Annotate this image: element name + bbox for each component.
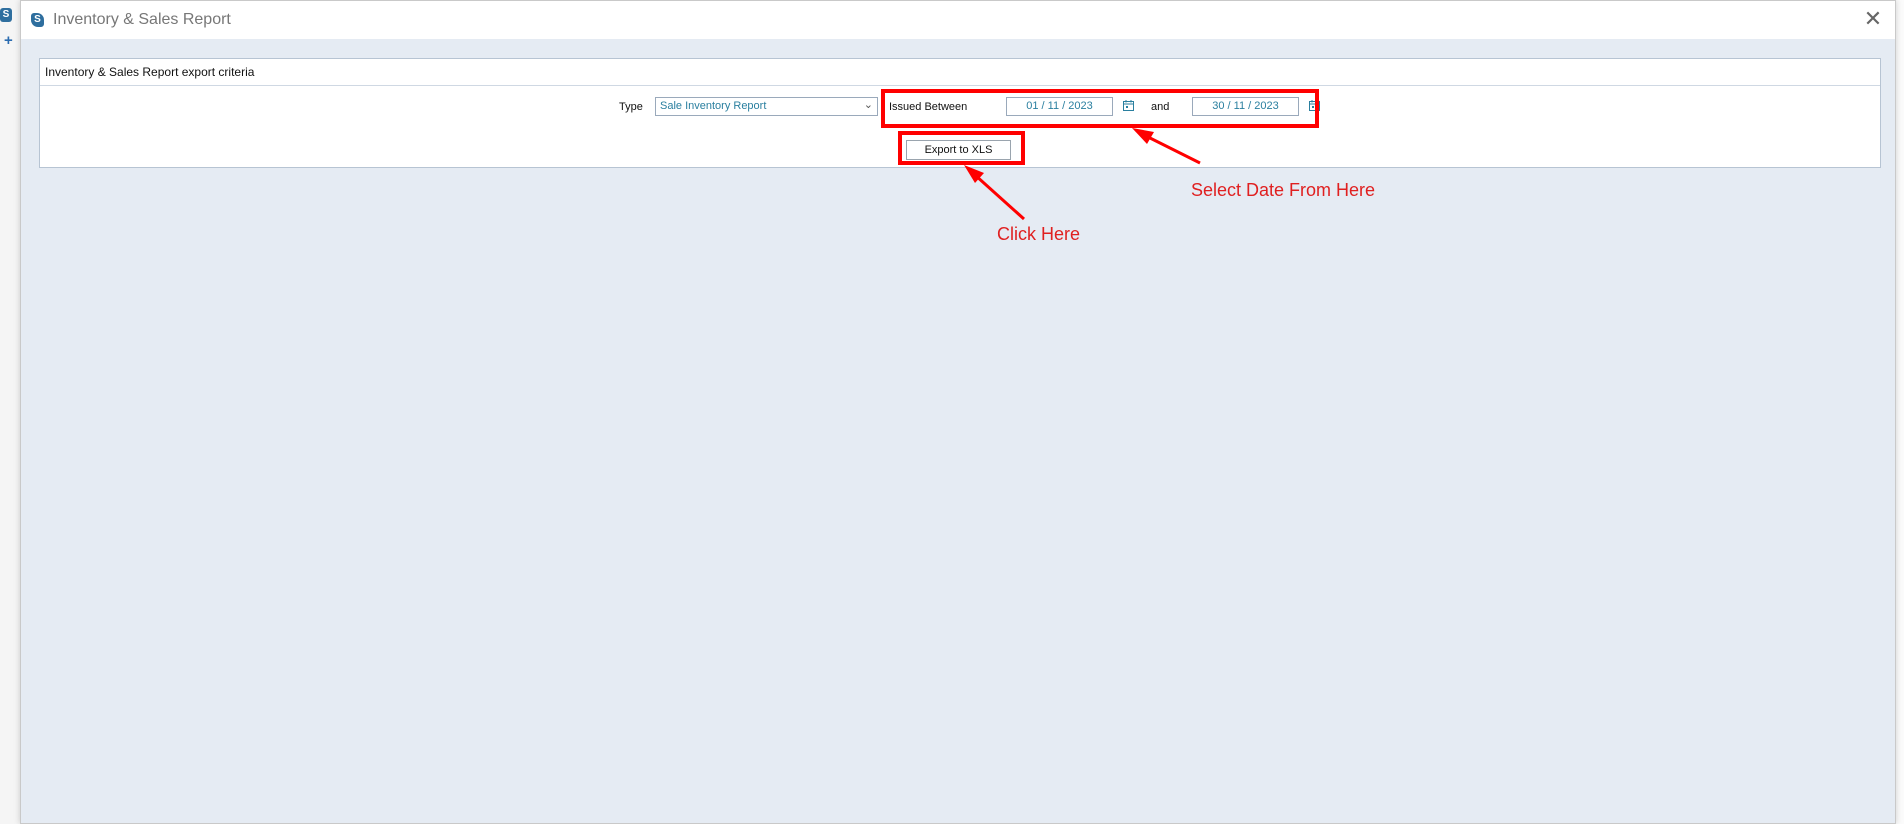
type-select-value: Sale Inventory Report <box>660 100 767 112</box>
report-dialog: S Inventory & Sales Report ✕ Inventory &… <box>20 0 1896 824</box>
dialog-titlebar: S Inventory & Sales Report ✕ <box>21 1 1895 39</box>
background-right-edge <box>1896 0 1904 824</box>
export-to-xls-button[interactable]: Export to XLS <box>906 140 1011 160</box>
and-label: and <box>1151 101 1170 113</box>
dialog-content: Inventory & Sales Report export criteria… <box>21 39 1895 823</box>
panel-header: Inventory & Sales Report export criteria <box>40 59 1880 86</box>
annotation-click-here: Click Here <box>997 224 1081 244</box>
calendar-icon[interactable] <box>1309 100 1320 111</box>
calendar-icon[interactable] <box>1123 100 1134 111</box>
background-app-strip: S + <box>0 0 20 824</box>
close-icon[interactable]: ✕ <box>1861 6 1885 32</box>
annotation-select-date: Select Date From Here <box>1191 180 1376 200</box>
dialog-title: Inventory & Sales Report <box>53 11 231 28</box>
type-select[interactable]: Sale Inventory Report ⌄ <box>655 97 878 116</box>
date-from-input[interactable]: 01 / 11 / 2023 <box>1006 97 1113 116</box>
chevron-down-icon: ⌄ <box>863 99 873 111</box>
issued-between-label: Issued Between <box>889 101 968 113</box>
app-logo-icon: S <box>0 8 12 22</box>
date-to-input[interactable]: 30 / 11 / 2023 <box>1192 97 1299 116</box>
app-logo-icon: S <box>31 13 44 27</box>
export-criteria-panel: Inventory & Sales Report export criteria… <box>39 58 1881 168</box>
plus-icon[interactable]: + <box>4 33 13 48</box>
type-label: Type <box>619 101 643 113</box>
